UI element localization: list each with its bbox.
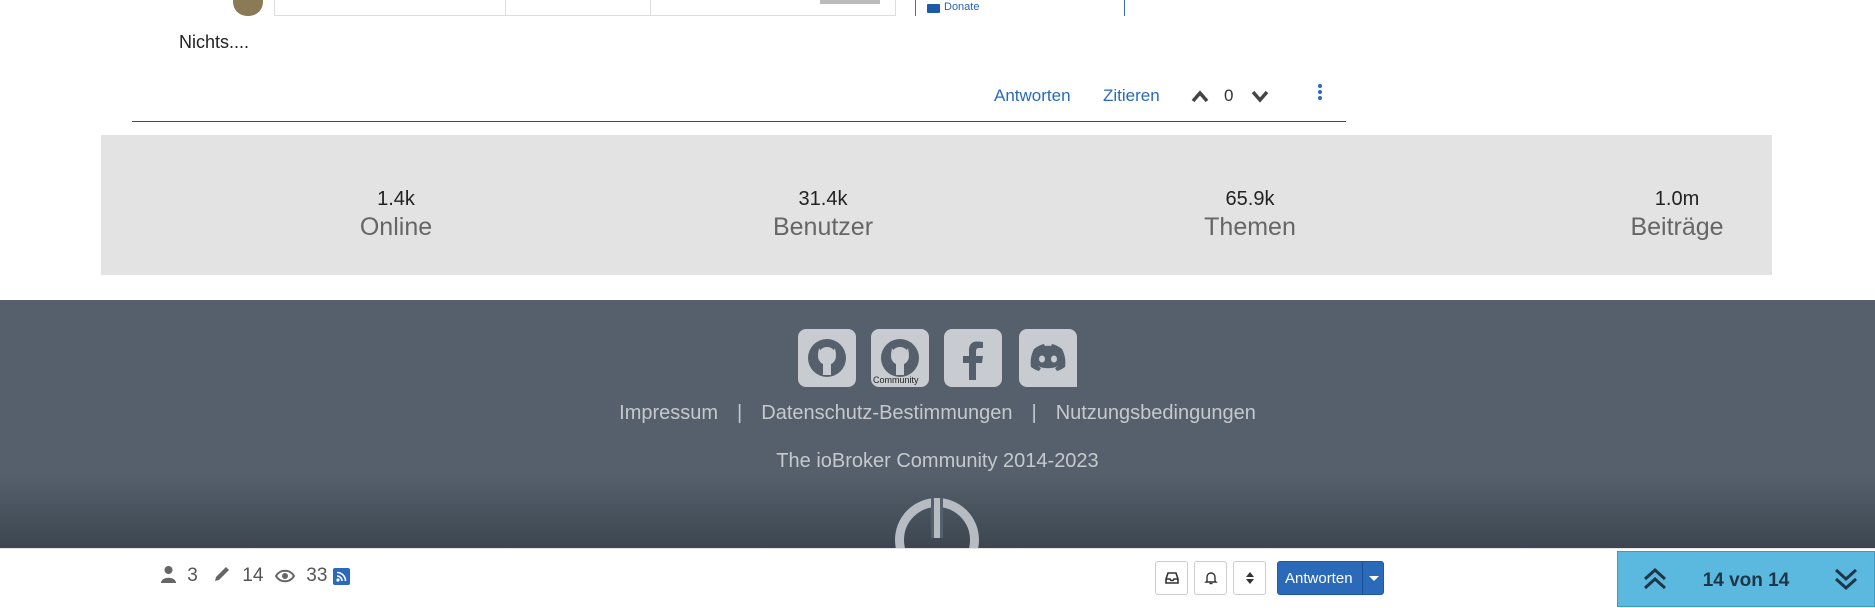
github-community-link[interactable]: Community: [871, 329, 929, 387]
stat-users: 31.4k Benutzer: [673, 188, 973, 242]
forum-stats: 1.4k Online 31.4k Benutzer 65.9k Themen …: [101, 135, 1772, 275]
avatar[interactable]: [233, 0, 263, 16]
post-menu-icon[interactable]: [1316, 84, 1324, 104]
stat-value: 1.4k: [377, 188, 415, 210]
impressum-link[interactable]: Impressum: [619, 402, 718, 424]
posters-value: 3: [187, 565, 198, 586]
posts-value: 14: [242, 565, 264, 586]
site-footer: Community Impressum | Datenschutz-Bestimmu…: [0, 300, 1875, 582]
link-separator: |: [1031, 402, 1037, 424]
donate-embed: Donate: [915, 0, 1125, 16]
donate-link[interactable]: Donate: [944, 1, 979, 13]
community-caption: Community: [873, 375, 919, 385]
stat-online: 1.4k Online: [246, 188, 546, 242]
paypal-icon: [927, 4, 940, 13]
embedded-image: [274, 0, 896, 16]
bell-icon: [1204, 572, 1218, 585]
reply-link[interactable]: Antworten: [994, 86, 1071, 106]
terms-link[interactable]: Nutzungsbedingungen: [1056, 402, 1256, 424]
double-chevron-down-icon[interactable]: [1833, 566, 1859, 592]
inbox-icon: [1165, 572, 1179, 584]
post-container: Donate Nichts.... Antworten Zitieren 0: [0, 0, 1875, 135]
link-separator: |: [737, 402, 743, 424]
footer-links: Impressum | Datenschutz-Bestimmungen | Nutzu…: [0, 402, 1875, 425]
stat-label: Benutzer: [772, 213, 874, 241]
stat-label: Beiträge: [1630, 213, 1724, 241]
user-icon: [161, 566, 176, 583]
privacy-link[interactable]: Datenschutz-Bestimmungen: [761, 402, 1012, 424]
post-actions: Antworten Zitieren 0: [132, 82, 1346, 122]
quote-link[interactable]: Zitieren: [1103, 86, 1160, 106]
pagination: 14 von 14: [1617, 551, 1875, 607]
reply-button-label: Antworten: [1285, 570, 1353, 587]
mark-unread-button[interactable]: [1155, 561, 1188, 595]
watch-button[interactable]: [1194, 561, 1227, 595]
stat-posts: 1.0m Beiträge: [1527, 188, 1827, 242]
stat-value: 31.4k: [798, 188, 848, 210]
vote-count: 0: [1224, 86, 1234, 105]
posts-count: 14: [213, 565, 263, 589]
stat-label: Themen: [1204, 213, 1296, 241]
rss-icon[interactable]: [333, 568, 350, 585]
discord-link[interactable]: [1019, 329, 1077, 387]
eye-icon: [274, 569, 296, 583]
downvote-icon[interactable]: [1250, 88, 1270, 104]
upvote-icon[interactable]: [1190, 88, 1210, 104]
post-content: Nichts....: [179, 32, 250, 52]
views-value: 33: [306, 565, 328, 586]
copyright: The ioBroker Community 2014-2023: [776, 450, 1099, 472]
views-count: 33: [274, 565, 328, 589]
github-community-icon: [881, 339, 919, 377]
reply-button[interactable]: Antworten: [1277, 561, 1384, 595]
topic-bottom-bar: 3 14 33 Antworten 14 von 14: [0, 548, 1875, 608]
facebook-icon: [963, 341, 983, 380]
facebook-link[interactable]: [944, 329, 1002, 387]
github-link[interactable]: [798, 329, 856, 387]
discord-icon: [1030, 344, 1066, 371]
stat-topics: 65.9k Themen: [1100, 188, 1400, 242]
pencil-icon: [215, 567, 229, 581]
caret-down-icon[interactable]: [1369, 576, 1379, 581]
stat-value: 65.9k: [1225, 188, 1275, 210]
github-icon: [808, 339, 846, 377]
stat-label: Online: [359, 213, 433, 241]
sort-icon: [1246, 572, 1254, 584]
posters-count: 3: [161, 565, 198, 589]
sort-button[interactable]: [1233, 561, 1266, 595]
stat-value: 1.0m: [1654, 188, 1700, 210]
